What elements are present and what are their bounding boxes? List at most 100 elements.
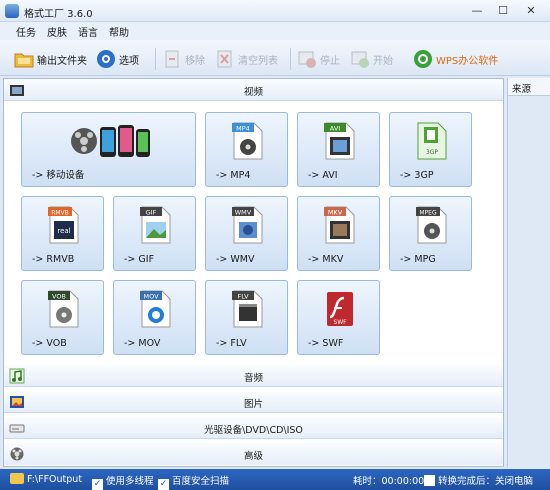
badge-text: MOV: [143, 293, 159, 301]
main-panel: 视频 -> 移动设备 MP4 -> MP4 AVI -> AVI 3GP -> …: [3, 78, 504, 467]
category-audio-label: 音频: [243, 373, 263, 384]
tile-label: -> MOV: [124, 338, 161, 349]
checkbox-unchecked-icon: [424, 475, 435, 486]
rmvb-file-icon: RMVB real: [48, 206, 79, 244]
gear-icon: [97, 50, 115, 68]
mkv-file-icon: MKV: [324, 206, 355, 244]
toolbar-divider: [290, 48, 291, 70]
category-picture-label: 图片: [243, 399, 263, 410]
stop-label: 停止: [320, 55, 340, 67]
category-advanced[interactable]: 高级: [4, 443, 503, 465]
output-folder-label: 输出文件夹: [37, 55, 87, 67]
tile-avi[interactable]: AVI -> AVI: [297, 112, 380, 187]
clear-list-icon: [217, 50, 232, 68]
tile-label: -> MPG: [400, 254, 436, 265]
multithread-checkbox[interactable]: ✓ 使用多线程: [92, 473, 154, 490]
title-bar: 格式工厂 3.6.0 — ☐ ✕: [0, 0, 550, 22]
category-rom-device[interactable]: 光驱设备\DVD\CD\ISO: [4, 417, 503, 439]
category-picture[interactable]: 图片: [4, 391, 503, 413]
folder-icon: [10, 473, 24, 484]
badge-text: MKV: [328, 209, 343, 217]
tile-mp4[interactable]: MP4 -> MP4: [205, 112, 288, 187]
output-folder-button[interactable]: 输出文件夹: [14, 46, 87, 72]
menu-bar: 任务 皮肤 语言 帮助: [0, 22, 550, 40]
remove-icon: [165, 50, 179, 68]
category-audio[interactable]: 音频: [4, 365, 503, 387]
window-title: 格式工厂 3.6.0: [24, 9, 93, 20]
output-path[interactable]: F:\FFOutput: [10, 473, 82, 485]
clear-list-label: 清空列表: [238, 55, 278, 67]
wps-icon: [414, 50, 432, 68]
avi-file-icon: AVI: [324, 122, 355, 160]
stop-icon: [298, 51, 316, 68]
3gp-file-icon: 3GP: [417, 122, 447, 160]
elapsed-time: 耗时：00:00:00: [353, 476, 425, 487]
tile-mkv[interactable]: MKV -> MKV: [297, 196, 380, 271]
tile-vob[interactable]: VOB -> VOB: [21, 280, 104, 355]
gif-file-icon: GIF: [140, 206, 171, 244]
tile-label: -> 3GP: [400, 170, 434, 181]
remove-label: 移除: [185, 55, 205, 67]
tile-label: -> AVI: [308, 170, 338, 181]
mov-file-icon: MOV: [140, 290, 171, 328]
toolbar-divider: [155, 48, 156, 70]
tile-label: -> VOB: [32, 338, 67, 349]
tile-label: -> MP4: [216, 170, 251, 181]
tile-mobile-device[interactable]: -> 移动设备: [21, 112, 196, 187]
video-format-grid: -> 移动设备 MP4 -> MP4 AVI -> AVI 3GP -> 3GP…: [4, 101, 503, 363]
category-video-label: 视频: [243, 87, 263, 98]
swf-file-icon: SWF: [327, 292, 353, 326]
badge-text: GIF: [146, 209, 157, 217]
shutdown-after-label: 转换完成后：关闭电脑: [438, 476, 534, 487]
app-icon: [5, 4, 19, 18]
start-icon: [351, 51, 369, 68]
status-bar: F:\FFOutput ✓ 使用多线程 ✓ 百度安全扫描 耗时：00:00:00 转…: [0, 469, 550, 490]
badge-text: WMV: [235, 209, 252, 217]
wps-office-button[interactable]: WPS办公软件: [413, 46, 498, 72]
source-column-header[interactable]: 来源: [508, 78, 550, 96]
task-list-panel: 来源: [507, 78, 550, 467]
clear-list-button[interactable]: 清空列表: [215, 46, 278, 72]
category-advanced-label: 高级: [243, 451, 263, 462]
minimize-button[interactable]: —: [466, 3, 488, 19]
mobile-device-icon: [71, 125, 150, 157]
shutdown-after-checkbox[interactable]: 转换完成后：关闭电脑: [424, 473, 533, 487]
remove-button[interactable]: 移除: [162, 46, 205, 72]
tile-label: -> FLV: [216, 338, 247, 349]
start-label: 开始: [373, 55, 393, 67]
badge-text: AVI: [330, 125, 340, 133]
options-button[interactable]: 选项: [96, 46, 139, 72]
tile-wmv[interactable]: WMV -> WMV: [205, 196, 288, 271]
mpeg-file-icon: MPEG: [416, 206, 447, 244]
tile-gif[interactable]: GIF -> GIF: [113, 196, 196, 271]
wmv-file-icon: WMV: [232, 206, 263, 244]
start-button[interactable]: 开始: [350, 46, 393, 72]
tile-mov[interactable]: MOV -> MOV: [113, 280, 196, 355]
baidu-scan-checkbox[interactable]: ✓ 百度安全扫描: [158, 473, 229, 490]
mp4-file-icon: MP4: [232, 122, 263, 160]
stop-button[interactable]: 停止: [297, 46, 340, 72]
wps-label: WPS办公软件: [436, 55, 499, 67]
tile-3gp[interactable]: 3GP -> 3GP: [389, 112, 472, 187]
menu-task[interactable]: 任务: [16, 24, 36, 39]
maximize-button[interactable]: ☐: [492, 3, 514, 19]
category-rom-label: 光驱设备\DVD\CD\ISO: [204, 425, 303, 436]
toolbar: 输出文件夹 选项 移除 清空列表 停止 开始 WPS办公软件: [0, 40, 550, 76]
badge-text: MPEG: [419, 210, 437, 217]
tile-swf[interactable]: SWF -> SWF: [297, 280, 380, 355]
badge-text: SWF: [333, 319, 347, 326]
tile-flv[interactable]: FLV -> FLV: [205, 280, 288, 355]
tile-mpg[interactable]: MPEG -> MPG: [389, 196, 472, 271]
tile-label: -> SWF: [308, 338, 344, 349]
category-video[interactable]: 视频: [4, 79, 503, 101]
close-button[interactable]: ✕: [520, 3, 542, 19]
tile-label: -> 移动设备: [32, 170, 85, 181]
menu-language[interactable]: 语言: [78, 24, 98, 39]
tile-label: -> MKV: [308, 254, 344, 265]
menu-skin[interactable]: 皮肤: [47, 24, 67, 39]
menu-help[interactable]: 帮助: [109, 24, 129, 39]
tile-rmvb[interactable]: RMVB real -> RMVB: [21, 196, 104, 271]
multithread-label: 使用多线程: [106, 476, 154, 487]
tile-label: -> WMV: [216, 254, 255, 265]
badge-text: 3GP: [426, 149, 438, 156]
